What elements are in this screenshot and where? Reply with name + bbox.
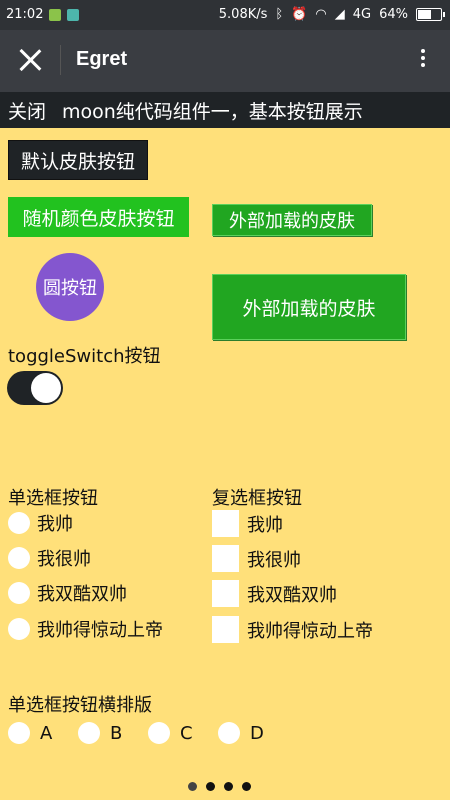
horizontal-radio-item[interactable]: C [148,722,193,744]
page-dot[interactable] [242,782,251,791]
radio-item[interactable]: 我帅 [8,510,73,536]
radio-item[interactable]: 我帅得惊动上帝 [8,616,163,642]
radio-label: 我双酷双帅 [37,584,127,605]
checkbox-label: 我很帅 [247,549,301,571]
checkbox-box[interactable] [212,510,239,537]
checkbox-label: 我帅得惊动上帝 [247,620,373,642]
horizontal-radio-item[interactable]: D [218,722,264,744]
radio-circle[interactable] [8,618,30,640]
header-close-button[interactable]: 关闭 [8,97,46,124]
horizontal-radio-item[interactable]: B [78,722,122,744]
close-icon[interactable] [18,48,42,72]
radio-circle[interactable] [148,722,170,744]
image-notification-icon [67,8,80,21]
horizontal-radio-label: B [110,722,123,744]
checkbox-group-title: 复选框按钮 [212,488,302,509]
bluetooth-icon: ᛒ [275,7,284,22]
demo-header: 关闭 moon纯代码组件一，基本按钮展示 [0,92,450,128]
alarm-icon: ⏰ [291,7,308,22]
header-description: moon纯代码组件一，基本按钮展示 [62,101,363,123]
checkbox-item[interactable]: 我双酷双帅 [212,580,337,607]
toggle-switch[interactable] [7,371,63,405]
checkbox-box[interactable] [212,616,239,643]
page-dot[interactable] [224,782,233,791]
network-speed: 5.08K/s [218,7,268,22]
toggle-label: toggleSwitch按钮 [8,346,161,367]
status-left: 21:02 [6,7,80,22]
status-bar: 21:02 5.08K/s ᛒ ⏰ ◠ ◢ 4G 64% [0,0,450,30]
app-notification-icon [49,8,62,21]
radio-label: 我帅 [37,514,73,535]
horizontal-radio-label: C [180,722,193,744]
more-menu-icon[interactable] [420,46,426,76]
checkbox-label: 我帅 [247,514,283,536]
random-color-skin-button[interactable]: 随机颜色皮肤按钮 [8,197,189,237]
radio-circle[interactable] [8,512,30,534]
page-dot[interactable] [206,782,215,791]
checkbox-box[interactable] [212,545,239,572]
network-type: 4G [352,7,372,22]
horizontal-radio-label: A [40,722,53,744]
radio-circle[interactable] [218,722,240,744]
status-right: 5.08K/s ᛒ ⏰ ◠ ◢ 4G 64% [218,7,445,22]
checkbox-label: 我双酷双帅 [247,584,337,606]
radio-label: 我帅得惊动上帝 [37,620,163,641]
external-skin-button-large[interactable]: 外部加载的皮肤 [212,274,406,340]
checkbox-box[interactable] [212,580,239,607]
radio-circle[interactable] [8,722,30,744]
circle-button[interactable]: 圆按钮 [36,253,104,321]
horizontal-radio-item[interactable]: A [8,722,52,744]
external-skin-button-small[interactable]: 外部加载的皮肤 [212,204,372,236]
radio-item[interactable]: 我双酷双帅 [8,580,127,606]
battery-text: 64% [379,7,408,22]
radio-label: 我很帅 [37,549,91,570]
status-time: 21:02 [6,7,44,22]
radio-circle[interactable] [8,582,30,604]
wifi-icon: ◠ [315,7,327,22]
checkbox-item[interactable]: 我帅得惊动上帝 [212,616,373,643]
radio-circle[interactable] [78,722,100,744]
default-skin-button[interactable]: 默认皮肤按钮 [8,140,148,180]
title-divider [60,45,61,75]
radio-circle[interactable] [8,547,30,569]
page-dot[interactable] [188,782,197,791]
toggle-knob [31,373,61,403]
radio-group-title: 单选框按钮 [8,488,98,509]
signal-icon: ◢ [334,7,345,22]
checkbox-item[interactable]: 我很帅 [212,545,301,572]
battery-icon [416,8,445,21]
page-indicator [188,782,251,791]
battery-fill [418,10,431,19]
horizontal-radio-title: 单选框按钮横排版 [8,695,152,716]
app-screen: 21:02 5.08K/s ᛒ ⏰ ◠ ◢ 4G 64% Egret 关闭 mo… [0,0,450,800]
title-bar: Egret [0,30,450,92]
horizontal-radio-label: D [250,722,264,744]
radio-item[interactable]: 我很帅 [8,545,91,571]
checkbox-item[interactable]: 我帅 [212,510,283,537]
app-title: Egret [76,48,128,70]
